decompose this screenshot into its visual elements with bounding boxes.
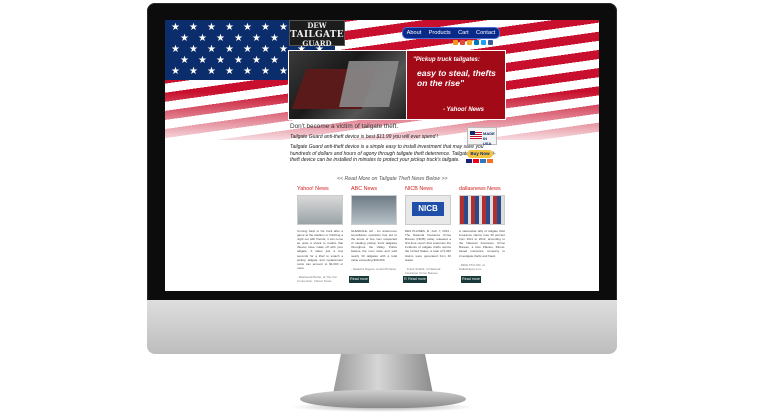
monitor-stand-foot [300,390,466,408]
nicb-logo-icon: NICB [412,202,444,216]
news-excerpt: DES PLAINES, Ill., Feb. 7, 2013 - The Na… [405,229,451,262]
news-byline: - Rasheeda Burke, at The Car Connection,… [297,274,337,283]
google-plus-icon[interactable] [460,40,465,45]
news-excerpt: GLENDALE, AZ - An undercover surveillanc… [351,229,397,262]
email-icon[interactable] [467,40,472,45]
news-card: ABC News GLENDALE, AZ - An undercover su… [351,186,397,271]
hero-quote-box: "Pickup truck tailgates: easy to steal, … [407,51,505,119]
logo-line-1: DEW [307,21,327,30]
rss-icon[interactable] [453,40,458,45]
hero-quote-main: easy to steal, thefts on the rise" [417,68,496,88]
news-image [297,195,343,225]
discover-icon [487,159,493,163]
hero-quote-source: - Yahoo! News [443,107,485,113]
news-card: Yahoo! News Coming back to his truck aft… [297,186,343,283]
read-more-button[interactable]: Read more [461,276,481,283]
twitter-icon[interactable] [481,40,486,45]
tailgate-photo [289,51,406,119]
news-byline: - MIKE TAYLOR, at DallasNews.com [459,262,485,271]
facebook-icon[interactable] [488,40,493,45]
site-logo[interactable]: DEW TAILGATE GUARD [289,20,345,48]
news-source[interactable]: ABC News [351,186,397,192]
nav-products[interactable]: Products [429,28,451,38]
news-card: NICB News NICB DES PLAINES, Ill., Feb. 7… [405,186,451,275]
website-screen: ★★★★★★★★★★★★★★★★★★★★★★★★★★★★★★★★★★★★★★★★… [165,20,599,291]
nav-contact[interactable]: Contact [476,28,495,38]
mastercard-icon [473,159,479,163]
linkedin-icon[interactable] [474,40,479,45]
usa-flag-icon [470,131,482,139]
news-byline: - Natasha Rogers, at abc15 News [351,266,397,271]
monitor-stand-neck [333,354,433,394]
tailgate-shape [339,61,399,107]
hero-banner: "Pickup truck tailgates: easy to steal, … [288,50,506,120]
news-excerpt: A nationwide tally of tailgate theft ins… [459,229,505,258]
news-image: NICB [405,195,451,225]
news-image [459,195,505,225]
amex-icon [480,159,486,163]
monitor-chin [147,300,617,354]
nav-cart[interactable]: Cart [458,28,469,38]
nav-about[interactable]: About [407,28,422,38]
social-icons [453,40,493,45]
news-source[interactable]: Yahoo! News [297,186,343,192]
hero-quote-open: "Pickup truck tailgates: [413,57,480,63]
news-excerpt: Coming back to his truck after a game at… [297,229,343,270]
read-more-news-link[interactable]: << Read More on Tailgate Theft News Belo… [337,176,448,182]
read-more-button[interactable]: Read more [349,276,369,283]
read-more-button[interactable]: Read more [407,276,427,283]
made-in-usa-badge: MADE IN USA [467,127,497,146]
payment-cards [466,159,493,163]
news-source[interactable]: dallasnews News [459,186,505,192]
main-nav: About Products Cart Contact [402,27,500,39]
news-source[interactable]: NICB News [405,186,451,192]
news-image [351,195,397,225]
made-in-usa-text: MADE IN USA [483,131,495,146]
paypal-buy-button[interactable]: Buy Now [467,150,493,158]
news-card: dallasnews News A nationwide tally of ta… [459,186,505,271]
logo-line-3: GUARD [302,39,332,48]
news-byline: - Frank Scafidi, of National Insurance C… [405,266,441,275]
visa-icon [466,159,472,163]
